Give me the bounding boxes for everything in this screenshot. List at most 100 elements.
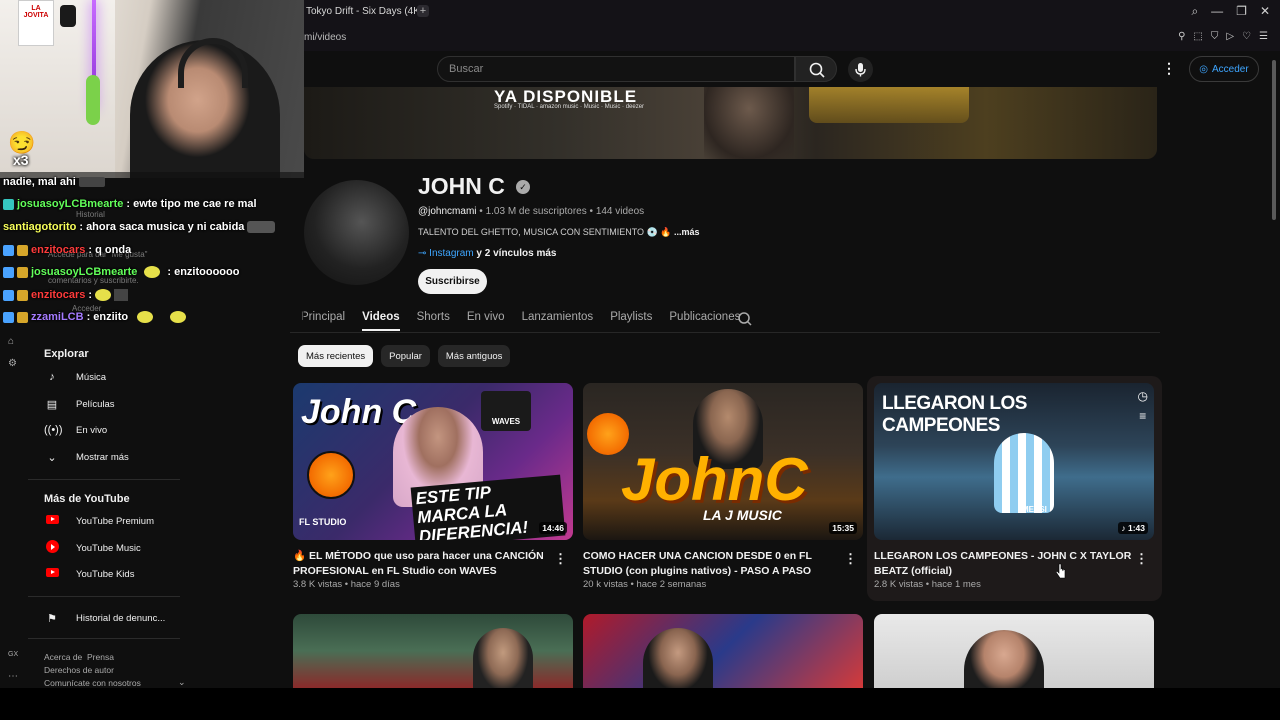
emote-icon: [144, 266, 161, 278]
url-field[interactable]: mi/videos: [304, 32, 346, 43]
thumb-person: [643, 628, 713, 688]
chip-recent[interactable]: Más recientes: [298, 345, 374, 367]
mini-guide: ⌂ ⚙ GX ⋯: [0, 330, 28, 690]
video-title[interactable]: 🔥 EL MÉTODO que uso para hacer una CANCI…: [293, 549, 551, 579]
video-duration-text: 1:43: [1127, 523, 1145, 533]
tab-principal[interactable]: Principal: [301, 311, 345, 331]
sidebar-divider: [28, 638, 180, 639]
sidebar-item-music[interactable]: ♪ Música: [44, 367, 184, 387]
new-tab-icon[interactable]: +: [417, 5, 429, 17]
fire-icon: 🔥: [293, 550, 309, 562]
sidebar-item-premium[interactable]: YouTube Premium: [44, 511, 184, 531]
video-title[interactable]: COMO HACER UNA CANCION DESDE 0 en FL STU…: [583, 549, 841, 579]
video-thumbnail[interactable]: [293, 614, 573, 688]
menu-icon[interactable]: ☰: [1259, 31, 1268, 42]
settings-dots-icon[interactable]: ⋮: [1162, 60, 1176, 77]
heart-icon[interactable]: ♡: [1242, 31, 1251, 42]
add-to-queue-icon[interactable]: ≡: [1139, 409, 1146, 423]
video-meta: 20 k vistas • hace 2 semanas: [583, 579, 707, 590]
video-thumbnail[interactable]: LLEGARON LOS CAMPEONES MESSI ◷ ≡ ♪ 1:43: [874, 383, 1154, 540]
search-tabs-icon[interactable]: ⌕: [1191, 4, 1198, 19]
subscribe-button[interactable]: Suscribirse: [418, 269, 487, 294]
search-button[interactable]: [795, 56, 837, 82]
minimize-icon[interactable]: —: [1211, 4, 1223, 19]
video-thumbnail[interactable]: [583, 614, 863, 688]
tab-playlists[interactable]: Playlists: [610, 311, 652, 331]
banner-album-art: [809, 87, 969, 123]
tab-videos[interactable]: Videos: [362, 311, 400, 331]
bottom-black-bar: [0, 688, 1280, 720]
search-input[interactable]: Buscar: [437, 56, 795, 82]
chat-text: : enziito: [86, 311, 129, 323]
video-menu-icon[interactable]: ⋮: [844, 551, 857, 567]
sidebar-item-movies[interactable]: ▤ Películas: [44, 394, 184, 414]
more-icon[interactable]: ⋯: [8, 671, 18, 682]
channel-avatar[interactable]: [304, 180, 409, 285]
thumb-player: [994, 433, 1054, 513]
thumb-fl-label: FL STUDIO: [299, 517, 347, 527]
screenshot-icon[interactable]: ⬚: [1193, 31, 1202, 42]
footer-about[interactable]: Acerca de: [44, 652, 82, 662]
webcam-alien-figure: [86, 75, 100, 125]
restore-icon[interactable]: ❐: [1236, 4, 1247, 19]
channel-search-icon[interactable]: [737, 311, 753, 327]
sidebar-item-label: Mostrar más: [76, 451, 129, 463]
video-menu-icon[interactable]: ⋮: [554, 551, 567, 567]
footer-copyright[interactable]: Derechos de autor: [44, 665, 114, 675]
video-card[interactable]: LLEGARON LOS CAMPEONES MESSI ◷ ≡ ♪ 1:43 …: [874, 383, 1154, 590]
extension-icons: ⚲ ⬚ ⛉ ▷ ♡ ☰: [1178, 31, 1268, 42]
tab-en-vivo[interactable]: En vivo: [467, 311, 505, 331]
sidebar-item-live[interactable]: ((•)) En vivo: [44, 420, 184, 440]
chevron-down-icon[interactable]: ⌄: [178, 677, 186, 688]
video-thumbnail[interactable]: JohnC LA J MUSIC 15:35: [583, 383, 863, 540]
play-icon[interactable]: ▷: [1226, 31, 1234, 42]
banner-artist-image: [704, 87, 794, 159]
more-links[interactable]: y 2 vínculos más: [476, 248, 556, 259]
video-menu-icon[interactable]: ⋮: [1135, 551, 1148, 567]
footer-press[interactable]: Prensa: [87, 652, 114, 662]
description-text: TALENTO DEL GHETTO, MUSICA CON SENTIMIEN…: [418, 227, 645, 237]
pin-icon[interactable]: ⚲: [1178, 31, 1185, 42]
account-icon: ◎: [1199, 63, 1209, 75]
video-card[interactable]: John C WAVES FL STUDIO ESTE TIP MARCA LA…: [293, 383, 573, 590]
footer-link[interactable]: Acerca de Prensa: [44, 652, 114, 662]
page-scrollbar[interactable]: [1272, 60, 1276, 220]
emote-icon: [95, 289, 112, 301]
shield-icon[interactable]: ⛉: [1211, 31, 1219, 42]
chat-message: santiagotorito : ahora saca musica y ni …: [3, 221, 276, 233]
sign-in-button[interactable]: ◎ Acceder: [1189, 56, 1259, 82]
video-card[interactable]: JohnC LA J MUSIC 15:35 COMO HACER UNA CA…: [583, 383, 863, 590]
sidebar-item-show-more[interactable]: ⌄ Mostrar más: [44, 447, 184, 467]
link-icon: ⊸: [418, 248, 427, 259]
emote-icon: [247, 221, 276, 233]
channel-description[interactable]: TALENTO DEL GHETTO, MUSICA CON SENTIMIEN…: [418, 227, 700, 238]
chat-message: zzamiLCB : enziito: [3, 311, 187, 323]
chat-text: : ewte tipo me cae re mal: [126, 198, 257, 210]
chip-oldest[interactable]: Más antiguos: [437, 345, 511, 367]
video-duration: 15:35: [829, 522, 857, 534]
video-thumbnail[interactable]: [874, 614, 1154, 688]
chat-badge-icon: [17, 289, 28, 301]
settings-icon[interactable]: ⚙: [8, 358, 17, 369]
tab-shorts[interactable]: Shorts: [417, 311, 450, 331]
video-thumbnail[interactable]: John C WAVES FL STUDIO ESTE TIP MARCA LA…: [293, 383, 573, 540]
chip-popular[interactable]: Popular: [381, 345, 430, 367]
sidebar-item-report-history[interactable]: ⚑ Historial de denunc...: [44, 608, 184, 628]
instagram-link[interactable]: Instagram: [429, 248, 473, 259]
tab-publicaciones[interactable]: Publicaciones: [669, 311, 740, 331]
sidebar-item-kids[interactable]: YouTube Kids: [44, 564, 184, 584]
close-icon[interactable]: ✕: [1260, 4, 1270, 19]
thumb-logo-text: JohnC: [621, 446, 808, 513]
subscriptions-icon[interactable]: ⌂: [8, 336, 14, 347]
footer-contact[interactable]: Comunícate con nosotros: [44, 678, 141, 688]
video-title[interactable]: LLEGARON LOS CAMPEONES - JOHN C X TAYLOR…: [874, 549, 1132, 579]
shorts-icon: ♪: [1121, 523, 1128, 533]
webcam-camera: [60, 5, 76, 27]
sidebar-item-yt-music[interactable]: YouTube Music: [44, 538, 184, 558]
voice-search-button[interactable]: [848, 57, 873, 82]
watch-later-icon[interactable]: ◷: [1138, 389, 1148, 403]
tab-lanzamientos[interactable]: Lanzamientos: [522, 311, 594, 331]
chat-username: josuasoyLCBmearte: [31, 266, 138, 278]
description-more[interactable]: ...más: [674, 227, 700, 237]
browser-tab-title[interactable]: Tokyo Drift - Six Days (4K): [306, 6, 423, 17]
